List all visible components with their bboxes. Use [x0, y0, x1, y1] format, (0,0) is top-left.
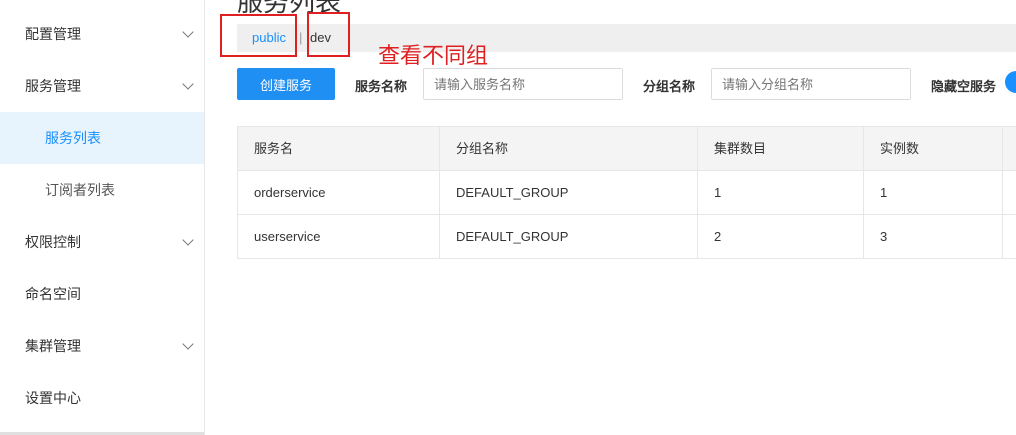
column-header-group-name: 分组名称: [440, 127, 698, 170]
sidebar-item-settings-center[interactable]: 设置中心: [0, 372, 204, 424]
table-cell: DEFAULT_GROUP: [440, 171, 698, 214]
sidebar-item-label: 设置中心: [25, 390, 81, 406]
annotation-text: 查看不同组: [378, 43, 489, 68]
sidebar-item-label: 订阅者列表: [45, 182, 115, 198]
table-cell: 1: [864, 171, 1003, 214]
service-name-input[interactable]: [423, 68, 623, 100]
sidebar-item-label: 服务管理: [25, 78, 81, 94]
column-header-cluster-count: 集群数目: [698, 127, 864, 170]
main-content: 服务列表 public | dev 查看不同组 创建服务 服务名称 分组名称 隐…: [205, 0, 1016, 435]
table-cell: 3: [864, 215, 1003, 258]
chevron-down-icon: [182, 26, 194, 38]
column-header-instance-count: 实例数: [864, 127, 1003, 170]
sidebar-item-label: 集群管理: [25, 338, 81, 354]
hide-empty-services-toggle[interactable]: [1005, 71, 1016, 93]
namespace-separator: |: [299, 30, 303, 45]
annotation-box-dev: [307, 12, 350, 57]
chevron-down-icon: [182, 234, 194, 246]
table-cell: 2: [698, 215, 864, 258]
table-cell: orderservice: [238, 171, 440, 214]
hide-empty-services-label: 隐藏空服务: [931, 79, 997, 94]
table-cell: DEFAULT_GROUP: [440, 215, 698, 258]
table-cell-overflow: [1003, 215, 1016, 258]
sidebar-item-config-management[interactable]: 配置管理: [0, 8, 204, 60]
sidebar-item-cluster-management[interactable]: 集群管理: [0, 320, 204, 372]
service-name-label: 服务名称: [355, 79, 408, 94]
sidebar-item-label: 配置管理: [25, 26, 81, 42]
group-name-input[interactable]: [711, 68, 911, 100]
table-row: userservice DEFAULT_GROUP 2 3: [238, 215, 1016, 259]
sidebar: 配置管理 服务管理 服务列表 订阅者列表 权限控制 命名空间 集群管理 设置中心: [0, 0, 205, 435]
group-name-label: 分组名称: [643, 79, 696, 94]
column-header-overflow: [1003, 127, 1016, 170]
sidebar-item-label: 命名空间: [25, 286, 81, 302]
sidebar-item-label: 服务列表: [45, 130, 101, 146]
chevron-down-icon: [182, 78, 194, 90]
table-row: orderservice DEFAULT_GROUP 1 1: [238, 171, 1016, 215]
service-table: 服务名 分组名称 集群数目 实例数 orderservice DEFAULT_G…: [237, 126, 1016, 259]
table-header-row: 服务名 分组名称 集群数目 实例数: [238, 127, 1016, 171]
column-header-service-name: 服务名: [238, 127, 440, 170]
namespace-bar: public | dev: [237, 24, 1016, 52]
sidebar-item-label: 权限控制: [25, 234, 81, 250]
sidebar-item-permission-control[interactable]: 权限控制: [0, 216, 204, 268]
table-cell: userservice: [238, 215, 440, 258]
chevron-down-icon: [182, 338, 194, 350]
table-cell: 1: [698, 171, 864, 214]
table-cell-overflow: [1003, 171, 1016, 214]
sidebar-item-service-management[interactable]: 服务管理: [0, 60, 204, 112]
create-service-button[interactable]: 创建服务: [237, 68, 335, 100]
sidebar-item-namespace[interactable]: 命名空间: [0, 268, 204, 320]
sidebar-item-subscriber-list[interactable]: 订阅者列表: [0, 164, 204, 216]
sidebar-item-service-list[interactable]: 服务列表: [0, 112, 204, 164]
annotation-box-public: [220, 14, 297, 57]
